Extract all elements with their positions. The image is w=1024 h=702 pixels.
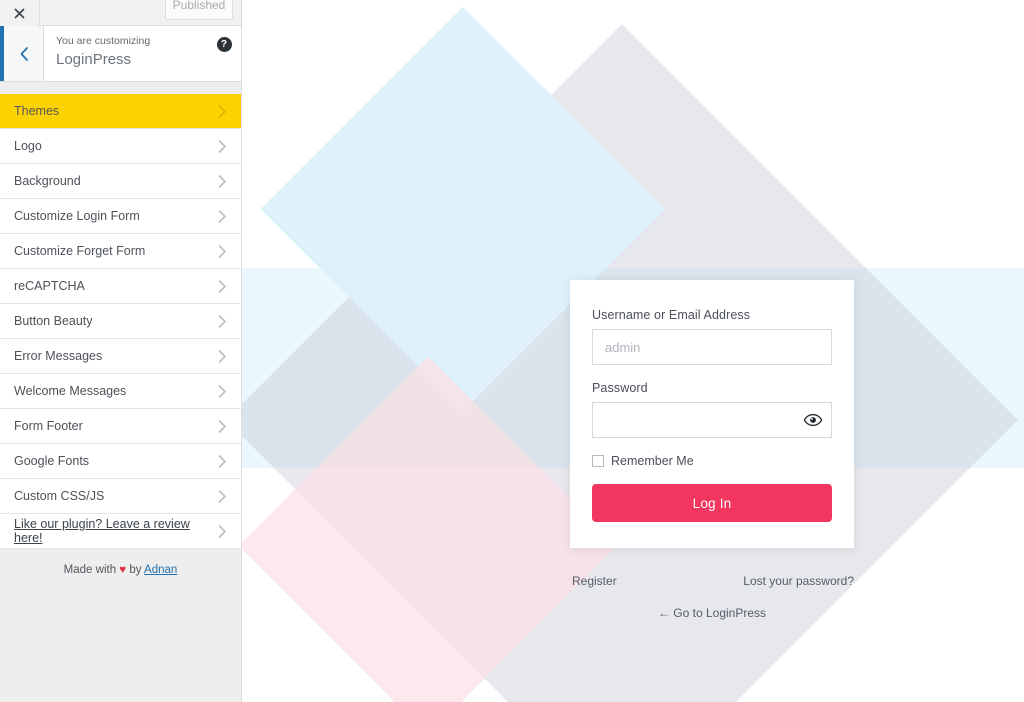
- help-icon-glyph: ?: [216, 37, 232, 52]
- password-input-wrapper: [592, 402, 832, 438]
- sidebar-item-background[interactable]: Background: [0, 164, 241, 199]
- footer-middle: by: [129, 564, 142, 576]
- chevron-right-icon: [218, 174, 227, 188]
- sidebar-item-label: Logo: [14, 139, 42, 153]
- close-icon[interactable]: [0, 0, 40, 26]
- chevron-right-icon: [218, 419, 227, 433]
- username-input[interactable]: [592, 329, 832, 365]
- sidebar-item-label: Themes: [14, 104, 60, 118]
- sidebar-item-label: Custom CSS/JS: [14, 489, 105, 503]
- site-preview-pane: Username or Email Address Password: [242, 0, 1024, 702]
- username-label: Username or Email Address: [592, 308, 751, 322]
- sidebar-item-label: Google Fonts: [14, 454, 90, 468]
- lost-password-link[interactable]: Lost your password?: [743, 574, 854, 588]
- customizer-header: You are customizing LoginPress ?: [0, 26, 241, 82]
- remember-me-checkbox[interactable]: [592, 455, 604, 467]
- remember-me-row[interactable]: Remember Me: [592, 454, 832, 468]
- login-submit-button[interactable]: Log In: [592, 484, 832, 522]
- customizer-topbar: Published: [0, 0, 241, 26]
- author-link[interactable]: Adnan: [144, 564, 177, 576]
- sidebar-footer: Made with ♥ by Adnan: [0, 549, 241, 576]
- password-field-group: Password: [592, 381, 832, 438]
- register-link[interactable]: Register: [572, 574, 617, 588]
- password-label: Password: [592, 381, 648, 395]
- chevron-right-icon: [218, 384, 227, 398]
- sidebar-item-themes[interactable]: Themes: [0, 94, 241, 129]
- username-field-group: Username or Email Address: [592, 308, 832, 365]
- publish-button[interactable]: Published: [165, 0, 233, 20]
- sidebar-item-label: Form Footer: [14, 419, 83, 433]
- chevron-right-icon: [218, 454, 227, 468]
- chevron-right-icon: [218, 139, 227, 153]
- chevron-right-icon: [218, 244, 227, 258]
- sidebar-item-customize-forget-form[interactable]: Customize Forget Form: [0, 234, 241, 269]
- customizer-panel-list: Themes Logo Background Customize Login Form…: [0, 94, 241, 549]
- login-container: Username or Email Address Password: [570, 280, 854, 622]
- sidebar-item-welcome-messages[interactable]: Welcome Messages: [0, 374, 241, 409]
- sidebar-item-label: Button Beauty: [14, 314, 93, 328]
- eye-icon[interactable]: [802, 410, 824, 430]
- sidebar-item-label: Customize Login Form: [14, 209, 140, 223]
- sidebar-gap: [0, 82, 241, 94]
- sidebar-item-error-messages[interactable]: Error Messages: [0, 339, 241, 374]
- chevron-right-icon: [218, 104, 227, 118]
- sidebar-item-label: Background: [14, 174, 81, 188]
- customizer-screen: Username or Email Address Password: [0, 0, 1024, 702]
- back-to-site-wrapper: ← Go to LoginPress: [570, 604, 854, 622]
- sidebar-item-label: Error Messages: [14, 349, 103, 363]
- chevron-right-icon: [218, 349, 227, 363]
- login-form: Username or Email Address Password: [570, 280, 854, 548]
- chevron-right-icon: [218, 279, 227, 293]
- sidebar-item-customize-login-form[interactable]: Customize Login Form: [0, 199, 241, 234]
- password-input[interactable]: [592, 402, 832, 438]
- chevron-right-icon: [218, 524, 227, 538]
- sidebar-item-label: reCAPTCHA: [14, 279, 85, 293]
- sidebar-item-like-our-plugin-leave-a-review-here[interactable]: Like our plugin? Leave a review here!: [0, 514, 241, 549]
- sidebar-item-button-beauty[interactable]: Button Beauty: [0, 304, 241, 339]
- sidebar-item-form-footer[interactable]: Form Footer: [0, 409, 241, 444]
- customizing-eyebrow: You are customizing: [56, 35, 151, 47]
- footer-prefix: Made with: [63, 564, 117, 576]
- sidebar-item-label: Like our plugin? Leave a review here!: [14, 517, 190, 545]
- sidebar-item-label: Customize Forget Form: [14, 244, 146, 258]
- sidebar-item-logo[interactable]: Logo: [0, 129, 241, 164]
- chevron-right-icon: [218, 489, 227, 503]
- sidebar-item-recaptcha[interactable]: reCAPTCHA: [0, 269, 241, 304]
- sidebar-item-google-fonts[interactable]: Google Fonts: [0, 444, 241, 479]
- chevron-right-icon: [218, 314, 227, 328]
- login-nav-links: Register Lost your password?: [570, 574, 854, 592]
- chevron-right-icon: [218, 209, 227, 223]
- heart-icon: ♥: [119, 564, 127, 576]
- customizer-titles: You are customizing LoginPress: [44, 26, 207, 81]
- customizer-sidebar: Published You are customizing LoginPress…: [0, 0, 242, 702]
- sidebar-item-label: Welcome Messages: [14, 384, 127, 398]
- back-to-site-link[interactable]: ← Go to LoginPress: [658, 606, 766, 620]
- page-title: LoginPress: [56, 50, 132, 68]
- help-icon[interactable]: ?: [207, 26, 241, 81]
- chevron-left-icon[interactable]: [4, 26, 44, 81]
- sidebar-item-custom-css-js[interactable]: Custom CSS/JS: [0, 479, 241, 514]
- remember-me-label: Remember Me: [611, 454, 694, 468]
